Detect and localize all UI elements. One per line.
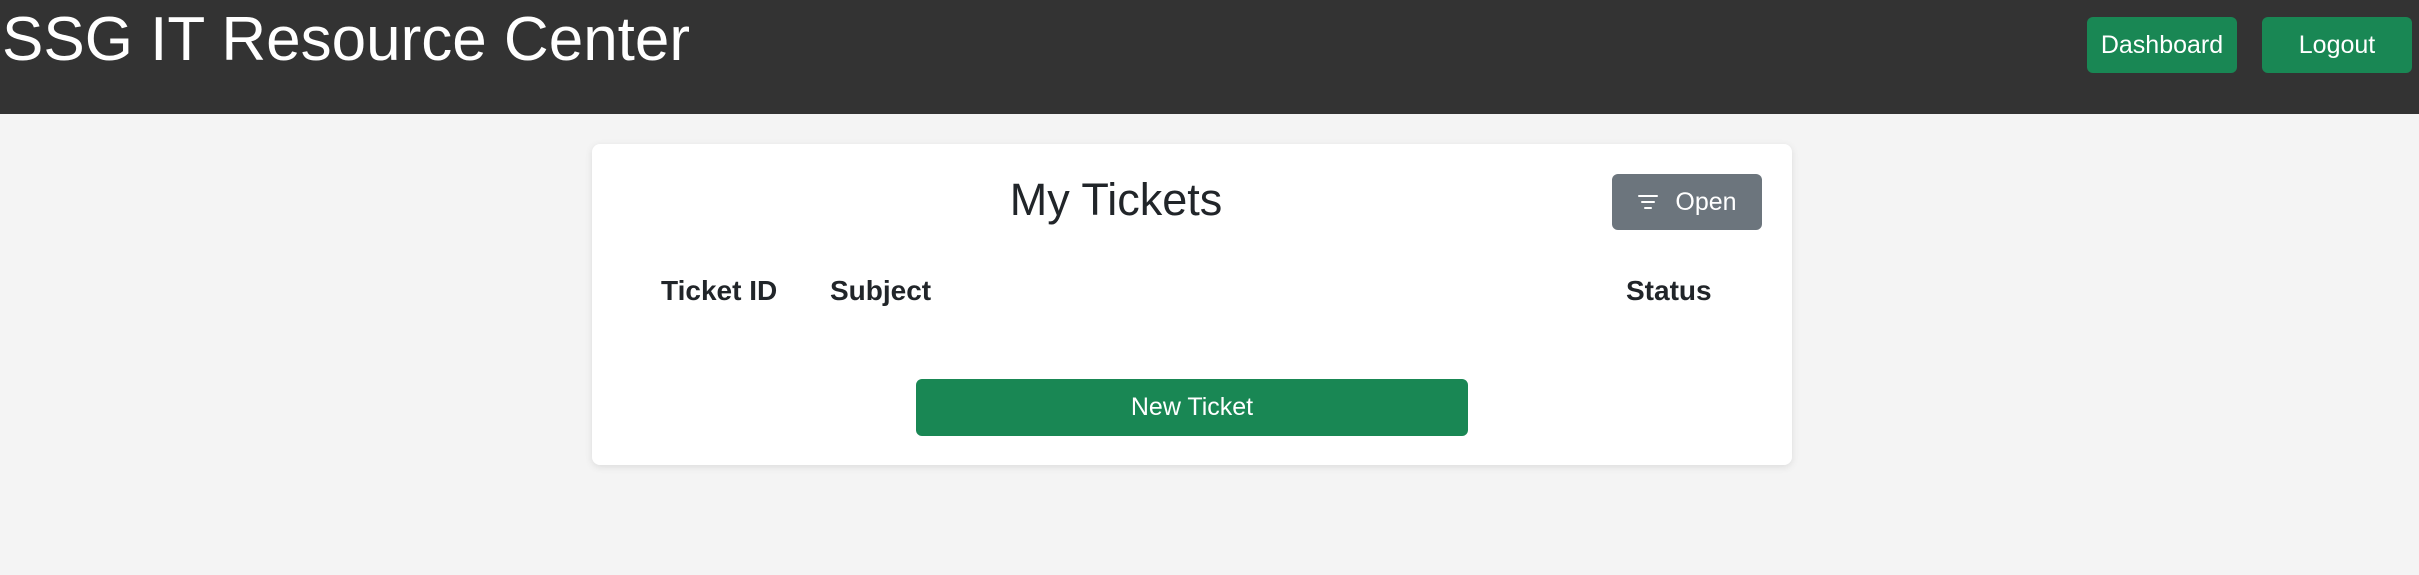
column-header-ticket-id[interactable]: Ticket ID [661, 274, 777, 308]
top-navbar: SSG IT Resource Center Dashboard Logout [0, 0, 2419, 114]
new-ticket-button[interactable]: New Ticket [916, 379, 1468, 436]
logout-button[interactable]: Logout [2262, 17, 2412, 73]
status-filter-button[interactable]: Open [1612, 174, 1762, 230]
filter-icon [1637, 193, 1659, 211]
column-header-status[interactable]: Status [1626, 274, 1712, 308]
app-title: SSG IT Resource Center [2, 5, 691, 74]
dashboard-button[interactable]: Dashboard [2087, 17, 2237, 73]
column-header-subject[interactable]: Subject [830, 274, 931, 308]
filter-label: Open [1675, 187, 1737, 216]
page-title: My Tickets [1009, 174, 1223, 225]
tickets-card: My Tickets Open Ticket ID Subject Status… [592, 144, 1792, 465]
